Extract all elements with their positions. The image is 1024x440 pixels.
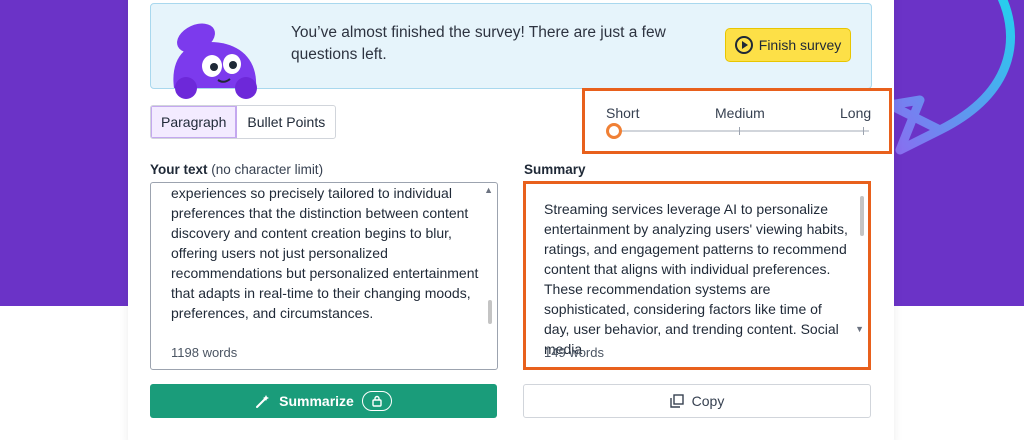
slider-track[interactable]: [613, 130, 869, 132]
finish-survey-label: Finish survey: [758, 37, 842, 53]
slider-tick: [739, 127, 740, 135]
scroll-up-icon[interactable]: ▲: [484, 185, 493, 195]
copy-icon: [669, 394, 684, 408]
input-textarea[interactable]: experiences so precisely tailored to ind…: [150, 182, 498, 370]
decorative-curve: [885, 0, 1016, 155]
tab-bullet-points[interactable]: Bullet Points: [237, 106, 335, 138]
summarize-label: Summarize: [279, 393, 354, 409]
summary-label-title: Summary: [524, 162, 586, 177]
length-label-medium: Medium: [715, 105, 765, 121]
mode-tabs: Paragraph Bullet Points: [150, 105, 337, 139]
summary-output: Streaming services leverage AI to person…: [523, 181, 871, 370]
length-label-long: Long: [840, 105, 872, 121]
mascot-illustration: [173, 23, 257, 99]
slider-handle[interactable]: [606, 123, 622, 139]
play-circle-icon: [734, 36, 753, 54]
summary-word-count: 149 words: [544, 345, 604, 360]
summary-length-slider: Short Medium Long: [582, 88, 892, 154]
input-text: experiences so precisely tailored to ind…: [171, 185, 479, 321]
input-word-count: 1198 words: [171, 345, 238, 360]
finish-survey-button[interactable]: Finish survey: [725, 28, 851, 62]
tab-paragraph[interactable]: Paragraph: [151, 106, 238, 138]
lock-badge: [361, 391, 392, 411]
length-label-short: Short: [606, 105, 640, 121]
slider-tick: [863, 127, 864, 135]
summary-label: Summary: [524, 162, 586, 177]
copy-label: Copy: [691, 393, 725, 409]
lock-icon: [372, 395, 382, 407]
survey-message: You’ve almost finished the survey! There…: [291, 24, 666, 63]
magic-wand-icon: [256, 395, 270, 408]
summary-text: Streaming services leverage AI to person…: [544, 201, 848, 357]
input-label-hint: (no character limit): [211, 162, 324, 177]
summarize-button[interactable]: Summarize: [150, 384, 497, 418]
input-label-title: Your text: [150, 162, 208, 177]
input-label: Your text (no character limit): [150, 162, 323, 177]
input-scrollbar[interactable]: [488, 300, 492, 324]
summary-scrollbar[interactable]: [860, 196, 864, 236]
scroll-down-icon[interactable]: ▼: [855, 324, 864, 334]
copy-button[interactable]: Copy: [523, 384, 871, 418]
